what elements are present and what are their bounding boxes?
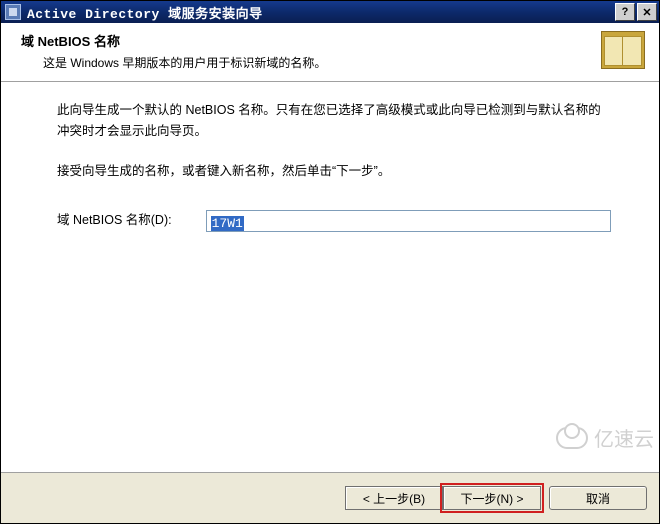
netbios-row: 域 NetBIOS 名称(D): 17W1 <box>57 210 611 232</box>
cancel-button[interactable]: 取消 <box>549 486 647 510</box>
close-button[interactable]: ✕ <box>637 3 657 21</box>
back-button[interactable]: < 上一步(B) <box>345 486 443 510</box>
next-button[interactable]: 下一步(N) > <box>443 486 541 510</box>
titlebar: Active Directory 域服务安装向导 ? ✕ <box>1 1 659 23</box>
description-2: 接受向导生成的名称，或者键入新名称，然后单击“下一步”。 <box>57 161 611 182</box>
wizard-header: 域 NetBIOS 名称 这是 Windows 早期版本的用户用于标识新域的名称… <box>1 23 659 82</box>
help-button[interactable]: ? <box>615 3 635 21</box>
book-icon <box>601 31 645 69</box>
page-subtitle: 这是 Windows 早期版本的用户用于标识新域的名称。 <box>43 54 593 71</box>
netbios-input[interactable]: 17W1 <box>206 210 611 232</box>
wizard-body: 此向导生成一个默认的 NetBIOS 名称。只有在您已选择了高级模式或此向导已检… <box>1 82 659 473</box>
wizard-window: Active Directory 域服务安装向导 ? ✕ 域 NetBIOS 名… <box>0 0 660 524</box>
description-1: 此向导生成一个默认的 NetBIOS 名称。只有在您已选择了高级模式或此向导已检… <box>57 100 611 143</box>
netbios-label: 域 NetBIOS 名称(D): <box>57 210 172 231</box>
wizard-footer: < 上一步(B) 下一步(N) > 取消 <box>1 473 659 523</box>
app-icon <box>5 4 21 20</box>
window-title: Active Directory 域服务安装向导 <box>27 3 613 22</box>
page-title: 域 NetBIOS 名称 <box>21 31 593 50</box>
